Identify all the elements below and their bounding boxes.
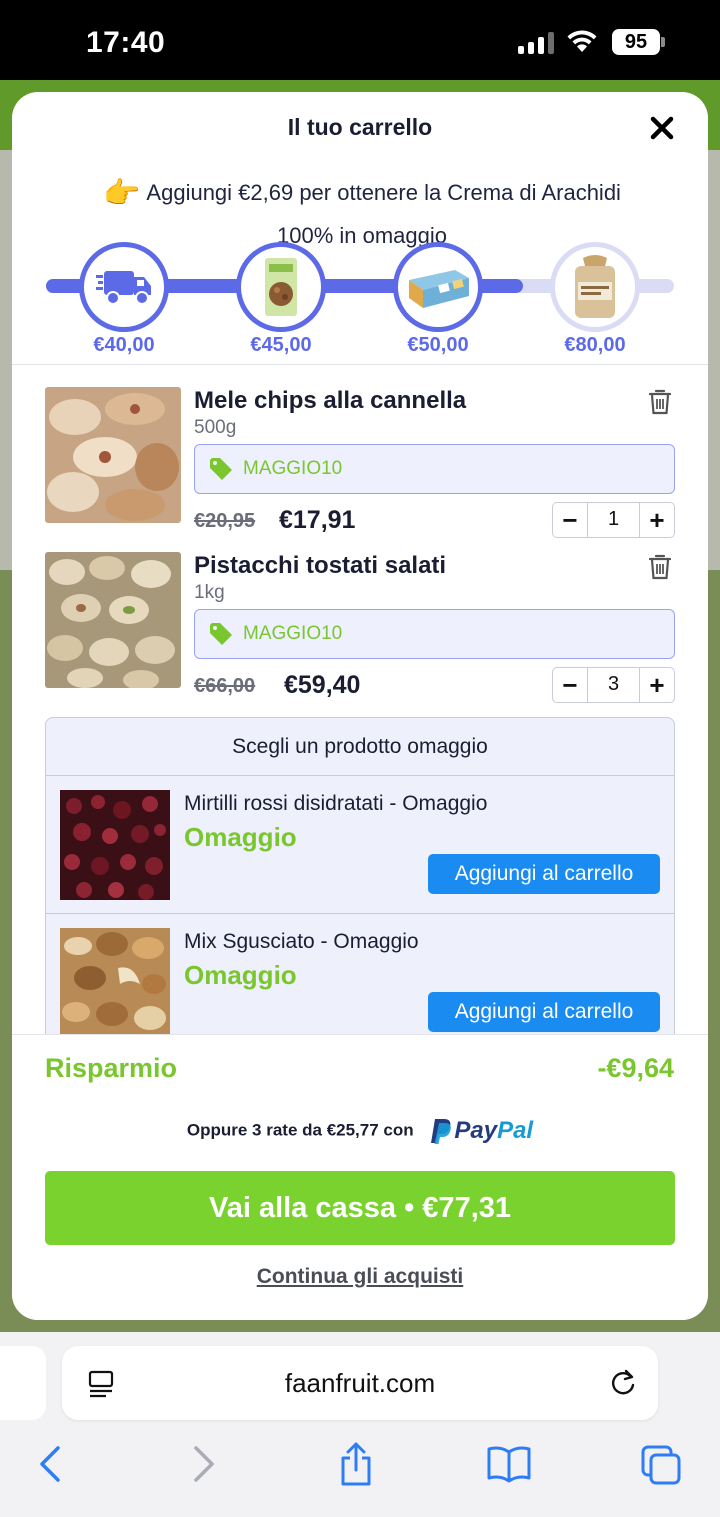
savings-label: Risparmio: [45, 1053, 178, 1083]
cart-footer: Risparmio -€9,64 Oppure 3 rate da €25,77…: [12, 1034, 708, 1320]
pistachios-image[interactable]: [45, 552, 181, 688]
gift-chooser: Scegli un prodotto omaggio Mirtilli ross…: [45, 717, 675, 1037]
cart-drawer: Il tuo carrello 👉 Aggiungi €2,69 per otte…: [12, 92, 708, 1320]
trash-icon[interactable]: [649, 554, 671, 580]
gift-free-label: Omaggio: [184, 960, 297, 990]
gift-chooser-heading: Scegli un prodotto omaggio: [46, 718, 674, 776]
milestone-granola-gift: [236, 242, 326, 332]
milestone-label: €45,00: [250, 334, 312, 356]
original-price: €66,00: [194, 675, 256, 697]
decrease-quantity-button[interactable]: −: [553, 503, 587, 537]
quantity-stepper: − 3 +: [552, 667, 675, 703]
divider: [12, 364, 708, 365]
add-to-cart-button[interactable]: Aggiungi al carrello: [428, 854, 660, 894]
quantity-value[interactable]: 1: [587, 503, 640, 537]
paypal-installments-text: Oppure 3 rate da €25,77 con: [186, 1120, 414, 1140]
milestone-label: €50,00: [407, 334, 469, 356]
battery-icon: 95: [612, 29, 660, 55]
increase-quantity-button[interactable]: +: [640, 668, 674, 702]
reload-icon[interactable]: [608, 1368, 638, 1398]
granola-bag-icon: [265, 258, 297, 316]
truck-icon: [96, 271, 151, 305]
item-weight: 500g: [194, 417, 237, 438]
cellular-signal-icon: [518, 32, 554, 54]
milestone-free-shipping: [79, 242, 169, 332]
gift-free-label: Omaggio: [184, 822, 297, 852]
dried-cranberries-image: [60, 790, 170, 900]
peanut-butter-jar-icon: [575, 255, 615, 318]
milestone-box-gift: [393, 242, 483, 332]
increase-quantity-button[interactable]: +: [640, 503, 674, 537]
quantity-stepper: − 1 +: [552, 502, 675, 538]
gift-option: Mirtilli rossi disidratati - Omaggio Oma…: [46, 776, 674, 914]
savings-value: -€9,64: [597, 1053, 674, 1083]
decrease-quantity-button[interactable]: −: [553, 668, 587, 702]
coupon-code: MAGGIO10: [243, 458, 343, 479]
status-time: 17:40: [86, 26, 166, 59]
add-to-cart-button[interactable]: Aggiungi al carrello: [428, 992, 660, 1032]
checkout-button[interactable]: Vai alla cassa • €77,31: [45, 1171, 675, 1245]
cart-item: Pistacchi tostati salati 1kg MAGGIO10 €6…: [45, 552, 675, 703]
paypal-icon: [431, 1119, 452, 1144]
tabs-icon[interactable]: [640, 1440, 684, 1488]
bookmarks-icon[interactable]: [486, 1440, 532, 1488]
item-name[interactable]: Mele chips alla cannella: [194, 387, 466, 415]
close-icon[interactable]: [648, 114, 676, 142]
reward-progress-bar: €40,00 €45,00 €50,00 €80,00: [12, 242, 708, 362]
address-bar[interactable]: faanfruit.com: [62, 1346, 658, 1420]
cart-item: Mele chips alla cannella 500g MAGGIO10 €…: [45, 387, 675, 538]
gift-name: Mix Sgusciato - Omaggio: [184, 930, 419, 953]
paypal-brand-pay: Pay: [454, 1117, 498, 1144]
share-icon[interactable]: [338, 1440, 374, 1488]
tag-icon: [210, 623, 232, 645]
gift-name: Mirtilli rossi disidratati - Omaggio: [184, 792, 488, 815]
gift-box-icon: [409, 270, 469, 308]
pointing-hand-icon: 👉: [103, 177, 141, 210]
quantity-value[interactable]: 3: [587, 668, 640, 702]
cart-title: Il tuo carrello: [287, 114, 433, 140]
paypal-installments: Oppure 3 rate da €25,77 con PayPal: [12, 1117, 708, 1145]
forward-icon[interactable]: [192, 1440, 218, 1488]
milestone-peanut-butter: [550, 242, 640, 332]
apple-chips-image[interactable]: [45, 387, 181, 523]
paypal-logo[interactable]: PayPal: [430, 1117, 533, 1145]
discounted-price: €17,91: [279, 506, 356, 534]
original-price: €20,95: [194, 510, 256, 532]
milestone-label: €40,00: [93, 334, 155, 356]
mixed-nuts-image: [60, 928, 170, 1036]
promo-text-line1: Aggiungi €2,69 per ottenere la Crema di …: [146, 180, 621, 205]
item-weight: 1kg: [194, 582, 225, 603]
item-name[interactable]: Pistacchi tostati salati: [194, 552, 446, 580]
continue-shopping-link[interactable]: Continua gli acquisti: [12, 1265, 708, 1289]
back-icon[interactable]: [36, 1440, 62, 1488]
browser-toolbar: faanfruit.com: [0, 1332, 720, 1517]
coupon-badge: MAGGIO10: [194, 444, 675, 494]
wifi-icon: [567, 30, 597, 52]
paypal-brand-pal: Pal: [497, 1117, 534, 1144]
tag-icon: [210, 458, 232, 480]
previous-tab-preview[interactable]: [0, 1346, 46, 1420]
coupon-badge: MAGGIO10: [194, 609, 675, 659]
battery-tip: [661, 37, 665, 47]
trash-icon[interactable]: [649, 389, 671, 415]
status-bar: 17:40 95: [0, 0, 720, 80]
discounted-price: €59,40: [284, 671, 361, 699]
gift-option: Mix Sgusciato - Omaggio Omaggio Aggiungi…: [46, 914, 674, 1036]
milestone-label: €80,00: [564, 334, 626, 356]
coupon-code: MAGGIO10: [243, 623, 343, 644]
url-text[interactable]: faanfruit.com: [62, 1346, 658, 1420]
